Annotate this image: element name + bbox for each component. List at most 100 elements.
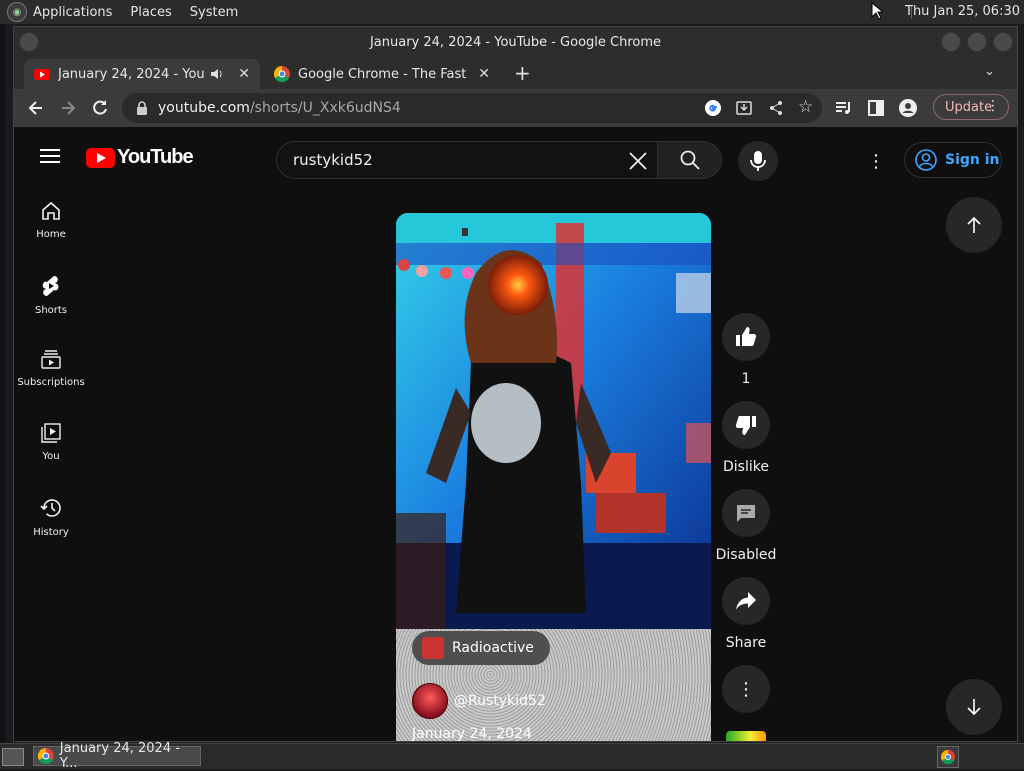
subscriptions-icon	[41, 350, 61, 369]
bookmark-star-icon[interactable]: ☆	[798, 97, 813, 117]
tab-search-chevron-icon[interactable]: ⌄	[984, 64, 995, 79]
taskbar-window-label: January 24, 2024 - Y...	[59, 741, 180, 771]
comments-button[interactable]	[722, 489, 770, 537]
update-button[interactable]: Update ⋮	[933, 94, 1009, 120]
window-title: January 24, 2024 - YouTube - Google Chro…	[369, 34, 662, 50]
audio-remix-thumbnail	[726, 731, 766, 741]
previous-short-button[interactable]	[946, 197, 1002, 253]
maximize-button[interactable]	[967, 32, 987, 52]
comments-label: Disabled	[715, 547, 777, 563]
share-button[interactable]	[722, 577, 770, 625]
chrome-tray-icon	[941, 750, 955, 764]
guide-label: Home	[36, 229, 66, 240]
voice-search-button[interactable]	[738, 141, 778, 181]
new-tab-icon[interactable]: +	[514, 61, 531, 85]
tray-chrome-icon[interactable]	[937, 746, 959, 768]
comment-icon	[737, 505, 755, 522]
lock-icon[interactable]	[136, 101, 148, 115]
back-icon[interactable]	[26, 98, 46, 118]
guide-label: You	[42, 451, 60, 462]
taskbar-window-button[interactable]: January 24, 2024 - Y...	[33, 741, 201, 771]
settings-more-icon[interactable]: ⋮	[864, 149, 888, 173]
account-circle-icon	[915, 149, 937, 171]
youtube-logo[interactable]: YouTube	[86, 146, 194, 169]
reload-icon[interactable]	[90, 98, 110, 118]
comments-action[interactable]: Disabled	[716, 489, 776, 563]
show-desktop-icon[interactable]	[2, 748, 24, 766]
minimize-button[interactable]	[941, 32, 961, 52]
chrome-favicon-icon	[274, 66, 290, 82]
close-tab-icon[interactable]: ✕	[238, 66, 250, 82]
audio-playing-icon[interactable]	[210, 68, 224, 80]
distro-logo-icon[interactable]: ◉	[7, 2, 27, 22]
tab-title: Google Chrome - The Fast & Secure Web Br…	[298, 66, 466, 82]
audio-remix-thumb[interactable]	[720, 731, 772, 741]
guide-item-home[interactable]: Home	[14, 185, 88, 259]
close-window-button[interactable]	[993, 32, 1013, 52]
clear-search-icon[interactable]	[627, 150, 649, 172]
guide-item-history[interactable]: History	[14, 481, 88, 555]
short-player[interactable]: Radioactive @Rustykid52 January 24, 2024	[396, 213, 711, 741]
audio-thumbnail	[422, 637, 444, 659]
clock[interactable]: Thu Jan 25, 06:30	[905, 4, 1020, 19]
share-label: Share	[725, 635, 767, 651]
share-page-icon[interactable]	[768, 100, 784, 116]
tab-chrome[interactable]: Google Chrome - The Fast & Secure Web Br…	[264, 59, 500, 89]
media-controls-icon[interactable]	[834, 98, 854, 118]
microphone-icon	[750, 151, 766, 171]
search-input[interactable]: rustykid52	[276, 141, 658, 179]
chrome-taskbar-icon	[38, 748, 54, 764]
search-button[interactable]	[658, 141, 722, 179]
short-info-panel: Radioactive @Rustykid52 January 24, 2024	[396, 629, 711, 741]
thumbs-down-icon	[735, 416, 756, 435]
shorts-icon	[42, 276, 59, 296]
dislike-label: Dislike	[723, 459, 769, 475]
thumbs-up-icon	[736, 327, 757, 346]
share-action[interactable]: Share	[720, 577, 772, 651]
guide-item-subscriptions[interactable]: Subscriptions	[14, 333, 88, 407]
more-actions[interactable]: ⋮	[720, 665, 772, 713]
guide-item-you[interactable]: You	[14, 407, 88, 481]
like-action[interactable]: 1	[720, 313, 772, 387]
audio-track-label: Radioactive	[452, 640, 534, 656]
profile-icon[interactable]	[898, 98, 918, 118]
short-title[interactable]: January 24, 2024	[412, 726, 532, 741]
window-titlebar[interactable]: January 24, 2024 - YouTube - Google Chro…	[14, 27, 1017, 57]
sign-in-button[interactable]: Sign in	[904, 142, 1002, 178]
window-menu-button[interactable]	[19, 32, 39, 52]
chrome-menu-icon[interactable]: ⋮	[986, 98, 1000, 114]
more-vert-icon: ⋮	[737, 678, 755, 700]
mouse-cursor-icon	[871, 2, 883, 20]
menu-applications[interactable]: Applications	[33, 5, 112, 20]
share-arrow-icon	[736, 592, 756, 610]
dislike-action[interactable]: Dislike	[720, 401, 772, 475]
like-button[interactable]	[722, 313, 770, 361]
forward-icon[interactable]	[58, 98, 78, 118]
audio-track-pill[interactable]: Radioactive	[412, 631, 550, 665]
google-lens-icon[interactable]	[704, 99, 722, 117]
youtube-page: YouTube rustykid52 ⋮ Sign in Home Shorts…	[14, 127, 1017, 741]
arrow-down-icon	[967, 699, 981, 716]
next-short-button[interactable]	[946, 679, 1002, 735]
address-bar[interactable]: youtube.com/shorts/U_Xxk6udNS4 ☆	[122, 93, 822, 123]
channel-avatar[interactable]	[412, 683, 448, 719]
channel-row[interactable]: @Rustykid52	[412, 683, 546, 719]
install-app-icon[interactable]	[736, 100, 752, 116]
close-tab-icon[interactable]: ✕	[478, 66, 490, 82]
dislike-button[interactable]	[722, 401, 770, 449]
hamburger-menu-icon[interactable]	[40, 149, 60, 163]
youtube-masthead: YouTube rustykid52 ⋮ Sign in	[14, 127, 1017, 185]
channel-handle[interactable]: @Rustykid52	[454, 693, 546, 709]
menu-places[interactable]: Places	[130, 5, 171, 20]
arrow-up-icon	[967, 216, 981, 233]
guide-item-shorts[interactable]: Shorts	[14, 259, 88, 333]
desktop-background	[0, 24, 6, 743]
tab-youtube[interactable]: January 24, 2024 - YouTube ✕	[24, 59, 260, 89]
more-actions-button[interactable]: ⋮	[722, 665, 770, 713]
short-video-frame[interactable]	[396, 213, 711, 629]
taskbar: January 24, 2024 - Y...	[0, 741, 1024, 771]
menu-system[interactable]: System	[190, 5, 238, 20]
like-count: 1	[741, 371, 751, 387]
browser-window: January 24, 2024 - YouTube - Google Chro…	[13, 26, 1018, 742]
side-panel-icon[interactable]	[866, 98, 886, 118]
